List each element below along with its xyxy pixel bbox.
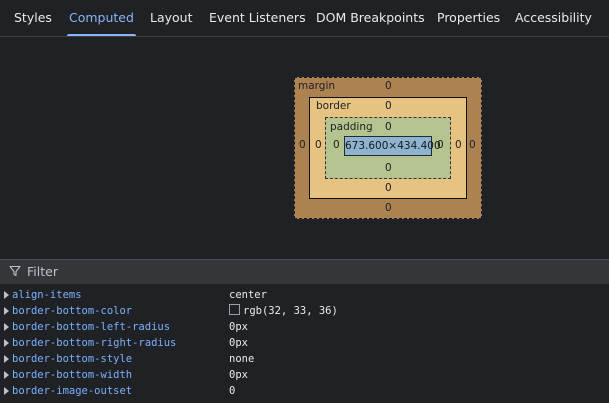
expand-arrow-icon[interactable]	[4, 291, 9, 299]
property-name: border-bottom-style	[12, 353, 133, 365]
padding-top-value[interactable]: 0	[385, 121, 392, 133]
property-value: 0	[229, 385, 236, 397]
margin-top-value[interactable]: 0	[385, 80, 392, 92]
margin-right-value[interactable]: 0	[469, 139, 476, 151]
color-swatch-icon[interactable]	[229, 304, 240, 315]
property-name: border-bottom-left-radius	[12, 321, 171, 333]
filter-icon	[9, 265, 21, 277]
property-row[interactable]: border-bottom-right-radius 0px	[0, 335, 609, 351]
sidebar-tabbar: Styles Computed Layout Event Listeners D…	[0, 0, 609, 37]
property-name: border-bottom-color	[12, 305, 133, 317]
property-row[interactable]: border-image-outset 0	[0, 383, 609, 399]
padding-left-value[interactable]: 0	[333, 139, 340, 151]
padding-bottom-value[interactable]: 0	[385, 162, 392, 174]
property-value: 0px	[229, 321, 248, 333]
property-row[interactable]: border-bottom-style none	[0, 351, 609, 367]
property-name: border-bottom-right-radius	[12, 337, 177, 349]
box-model-pane: 673.600×434.400 margin 0 0 0 0 border 0 …	[0, 37, 609, 259]
property-value: 0px	[229, 337, 248, 349]
margin-label: margin	[298, 80, 336, 92]
border-label: border	[316, 100, 351, 112]
border-bottom-value[interactable]: 0	[385, 182, 392, 194]
property-name: border-image-outset	[12, 385, 133, 397]
property-row[interactable]: border-bottom-width 0px	[0, 367, 609, 383]
expand-arrow-icon[interactable]	[4, 323, 9, 331]
property-value: rgb(32, 33, 36)	[243, 305, 338, 317]
border-top-value[interactable]: 0	[385, 100, 392, 112]
tab-computed[interactable]: Computed	[67, 0, 136, 36]
tab-event-listeners[interactable]: Event Listeners	[209, 0, 306, 36]
property-name: align-items	[12, 289, 82, 301]
property-row[interactable]: border-bottom-color rgb(32, 33, 36)	[0, 303, 609, 319]
tab-accessibility[interactable]: Accessibility	[515, 0, 592, 36]
property-name: border-bottom-width	[12, 369, 133, 381]
filter-input-placeholder[interactable]: Filter	[27, 260, 58, 284]
padding-right-value[interactable]: 0	[437, 139, 444, 151]
padding-label: padding	[330, 121, 373, 133]
property-value-with-swatch: rgb(32, 33, 36)	[229, 303, 338, 319]
expand-arrow-icon[interactable]	[4, 387, 9, 395]
tab-dom-breakpoints[interactable]: DOM Breakpoints	[316, 0, 425, 36]
property-value: 0px	[229, 369, 248, 381]
computed-properties-list: align-items center border-bottom-color r…	[0, 285, 609, 403]
tab-styles[interactable]: Styles	[14, 0, 52, 36]
tab-properties[interactable]: Properties	[437, 0, 500, 36]
devtools-sidebar: Styles Computed Layout Event Listeners D…	[0, 0, 609, 403]
property-row[interactable]: border-bottom-left-radius 0px	[0, 319, 609, 335]
border-right-value[interactable]: 0	[455, 139, 462, 151]
border-left-value[interactable]: 0	[315, 139, 322, 151]
margin-bottom-value[interactable]: 0	[385, 202, 392, 214]
expand-arrow-icon[interactable]	[4, 307, 9, 315]
content-box[interactable]: 673.600×434.400	[344, 136, 441, 156]
filter-bar[interactable]: Filter	[0, 259, 609, 284]
property-value: center	[229, 289, 267, 301]
expand-arrow-icon[interactable]	[4, 371, 9, 379]
tab-layout[interactable]: Layout	[150, 0, 193, 36]
expand-arrow-icon[interactable]	[4, 355, 9, 363]
property-row[interactable]: align-items center	[0, 287, 609, 303]
expand-arrow-icon[interactable]	[4, 339, 9, 347]
property-value: none	[229, 353, 255, 365]
margin-left-value[interactable]: 0	[299, 139, 306, 151]
